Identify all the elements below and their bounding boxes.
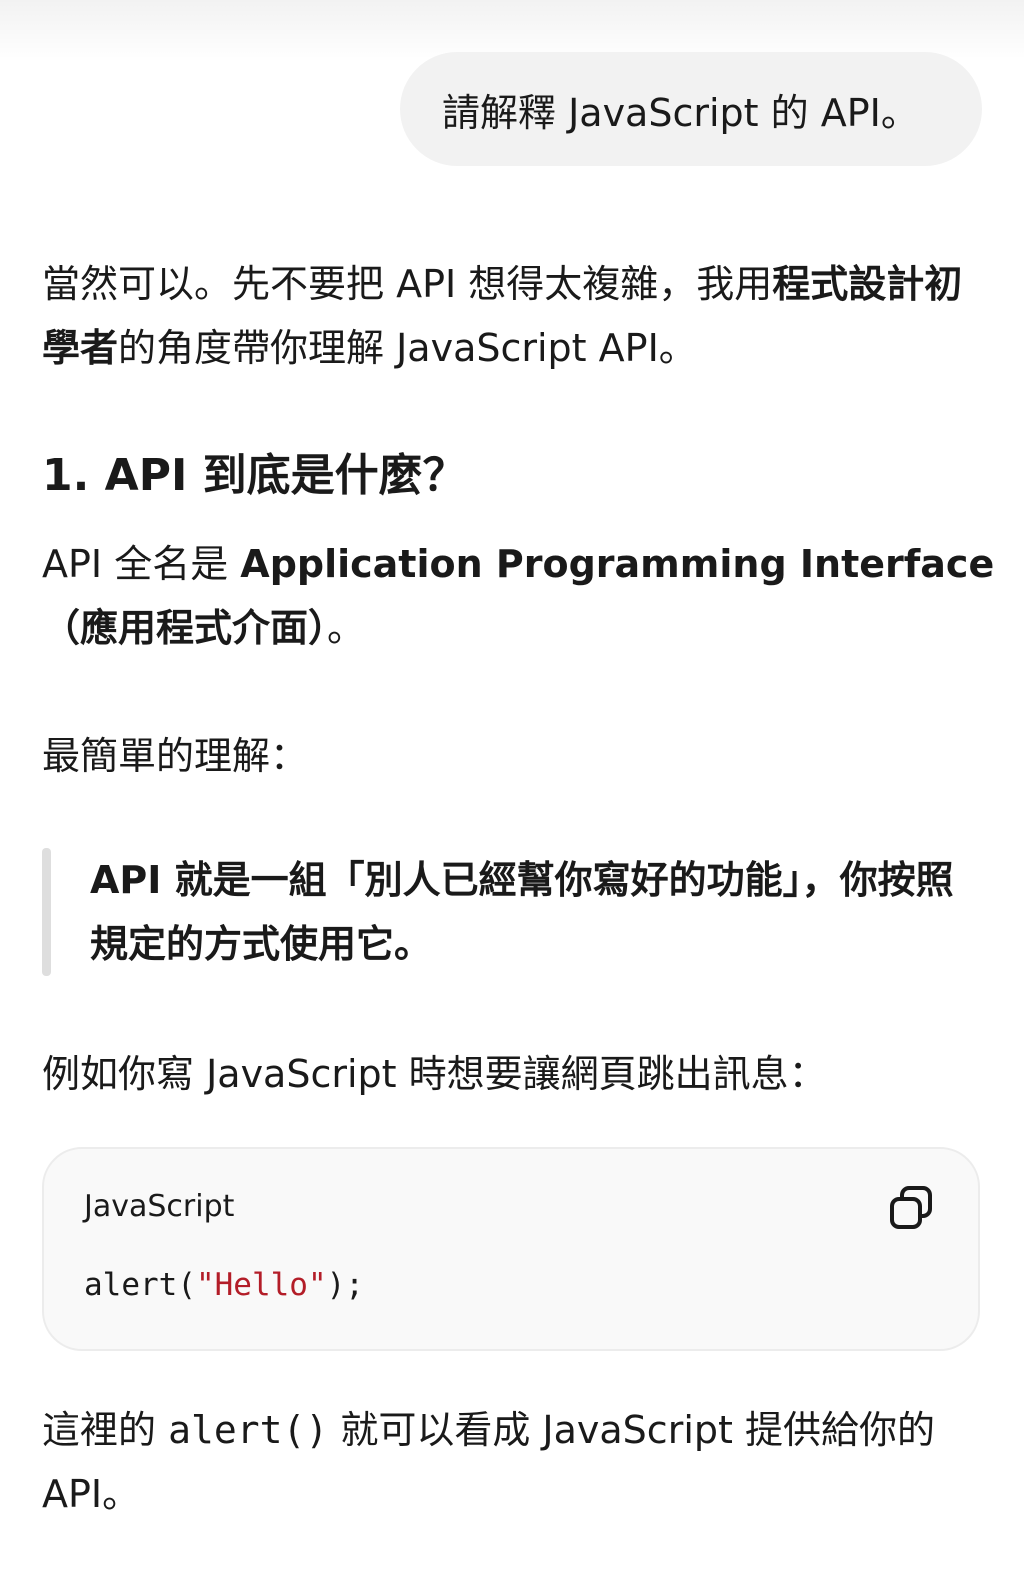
blockquote-bar bbox=[42, 848, 51, 976]
top-fade bbox=[0, 0, 1024, 60]
after-code-paragraph: 這裡的 alert() 就可以看成 JavaScript 提供給你的 API。 bbox=[42, 1398, 1002, 1526]
definition-text-1: API 全名是 bbox=[42, 542, 241, 586]
copy-icon bbox=[890, 1186, 932, 1229]
definition-bold-1: Application Programming Interface bbox=[240, 542, 995, 586]
code-language-label: JavaScript bbox=[84, 1189, 235, 1224]
after-code-text-1: 這裡的 bbox=[42, 1408, 169, 1452]
inline-code: alert() bbox=[168, 1408, 329, 1452]
simple-understanding-label: 最簡單的理解： bbox=[42, 734, 309, 778]
user-message-bubble: 請解釋 JavaScript 的 API。 bbox=[400, 52, 982, 166]
definition-paragraph: API 全名是 Application Programming Interfac… bbox=[42, 532, 1002, 660]
example-intro: 例如你寫 JavaScript 時想要讓網頁跳出訊息： bbox=[42, 1052, 827, 1096]
code-block: JavaScript alert("Hello"); bbox=[42, 1147, 980, 1351]
blockquote: API 就是一組「別人已經幫你寫好的功能」，你按照規定的方式使用它。 bbox=[42, 848, 962, 976]
intro-paragraph: 當然可以。先不要把 API 想得太複雜，我用程式設計初學者的角度帶你理解 Jav… bbox=[42, 252, 982, 380]
copy-button[interactable] bbox=[886, 1183, 936, 1233]
user-message-text: 請解釋 JavaScript 的 API。 bbox=[442, 90, 919, 135]
definition-bold-2: （應用程式介面） bbox=[42, 606, 328, 650]
code-line: alert("Hello"); bbox=[84, 1267, 364, 1303]
intro-text-2: 的角度帶你理解 JavaScript API。 bbox=[118, 326, 697, 370]
code-call: alert( bbox=[84, 1267, 196, 1303]
intro-text-1: 當然可以。先不要把 API 想得太複雜，我用 bbox=[42, 262, 773, 306]
code-end: ); bbox=[326, 1267, 364, 1303]
blockquote-text: API 就是一組「別人已經幫你寫好的功能」，你按照規定的方式使用它。 bbox=[90, 858, 954, 966]
code-string: "Hello" bbox=[195, 1267, 327, 1303]
definition-text-2: 。 bbox=[327, 606, 366, 650]
section-heading: 1. API 到底是什麼？ bbox=[42, 450, 467, 501]
